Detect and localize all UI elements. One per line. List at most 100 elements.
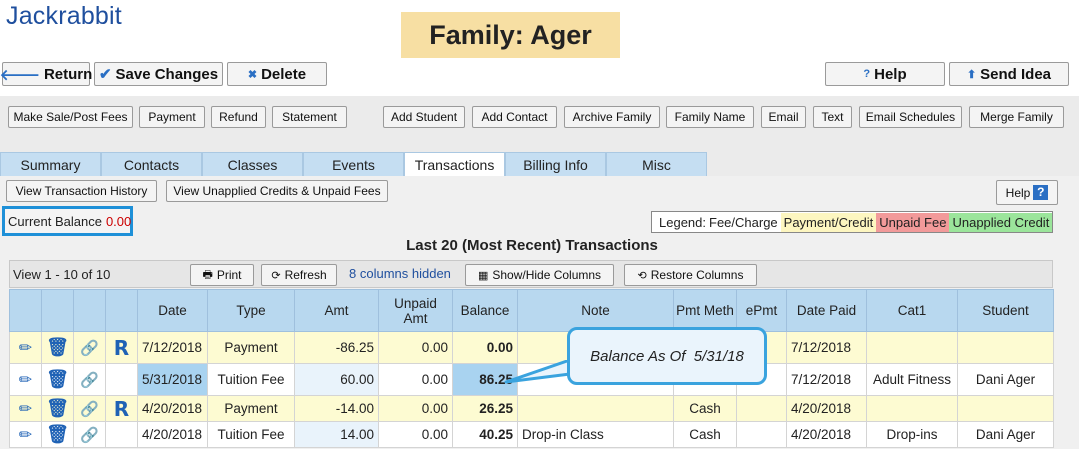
- link-cell[interactable]: 🔗: [73, 331, 106, 364]
- edit-cell[interactable]: ✏: [9, 363, 42, 396]
- cell-cat1: [866, 395, 958, 422]
- cell-amt: 14.00: [294, 421, 379, 448]
- save-changes-button[interactable]: ✔ Save Changes: [94, 62, 223, 86]
- current-balance-label: Current Balance: [8, 213, 102, 229]
- link-cell[interactable]: 🔗: [73, 421, 106, 448]
- col-date[interactable]: Date: [137, 289, 208, 332]
- edit-cell[interactable]: ✏: [9, 331, 42, 364]
- link-icon[interactable]: 🔗: [80, 427, 99, 444]
- add-student-button[interactable]: Add Student: [383, 106, 465, 128]
- view-count: View 1 - 10 of 10: [13, 267, 111, 282]
- refresh-icon: ⟳: [271, 269, 281, 282]
- col-unpaid-amt[interactable]: Unpaid Amt: [378, 289, 453, 332]
- cell-date-paid: 7/12/2018: [786, 331, 867, 364]
- delete-cell[interactable]: 🗑: [41, 331, 74, 364]
- trash-icon[interactable]: 🗑: [46, 398, 69, 418]
- refresh-button[interactable]: ⟳ Refresh: [261, 264, 337, 286]
- archive-family-button[interactable]: Archive Family: [564, 106, 660, 128]
- delete-button[interactable]: ✖ Delete: [227, 62, 327, 86]
- cell-amt: -86.25: [294, 331, 379, 364]
- col-cat1[interactable]: Cat1: [866, 289, 958, 332]
- tab-contacts[interactable]: Contacts: [101, 152, 202, 176]
- table-header-row: Date Type Amt Unpaid Amt Balance Note Pm…: [9, 289, 1054, 332]
- help-button[interactable]: ? Help: [825, 62, 945, 86]
- text-button[interactable]: Text: [813, 106, 852, 128]
- cell-epmt: [736, 395, 787, 422]
- show-hide-columns-button[interactable]: ▦ Show/Hide Columns: [465, 264, 614, 286]
- hidden-columns-count[interactable]: 8 columns hidden: [349, 266, 451, 281]
- legend-unapplied: Unapplied Credit: [949, 212, 1053, 232]
- table-row: ✏ 🗑 🔗 R 4/20/2018 Payment -14.00 0.00 26…: [9, 395, 1054, 422]
- tab-summary[interactable]: Summary: [0, 152, 101, 176]
- cell-note: Drop-in Class: [517, 421, 674, 448]
- legend-fee: Fee/Charge: [709, 214, 778, 230]
- statement-button[interactable]: Statement: [272, 106, 347, 128]
- col-pmt-meth[interactable]: Pmt Meth: [673, 289, 737, 332]
- pencil-icon[interactable]: ✏: [19, 372, 32, 389]
- trash-icon[interactable]: 🗑: [46, 424, 69, 444]
- payment-button[interactable]: Payment: [139, 106, 205, 128]
- cell-unpaid: 0.00: [378, 363, 453, 396]
- link-cell[interactable]: 🔗: [73, 363, 106, 396]
- restore-columns-button[interactable]: ⟲ Restore Columns: [624, 264, 757, 286]
- pin-icon: ⬆: [966, 68, 977, 81]
- pencil-icon[interactable]: ✏: [19, 427, 32, 444]
- refund-cell[interactable]: R: [105, 395, 138, 422]
- cell-type: Tuition Fee: [207, 421, 295, 448]
- tab-events[interactable]: Events: [303, 152, 404, 176]
- link-icon[interactable]: 🔗: [80, 372, 99, 389]
- refund-button[interactable]: Refund: [211, 106, 266, 128]
- print-button[interactable]: 🖶 Print: [190, 264, 254, 286]
- link-cell[interactable]: 🔗: [73, 395, 106, 422]
- col-edit: [9, 289, 42, 332]
- tab-billing-info[interactable]: Billing Info: [505, 152, 606, 176]
- view-transaction-history-button[interactable]: View Transaction History: [6, 180, 157, 202]
- legend-title: Legend:: [659, 214, 706, 230]
- refund-cell[interactable]: R: [105, 331, 138, 364]
- return-button[interactable]: 🡐 Return: [0, 62, 92, 86]
- col-student[interactable]: Student: [957, 289, 1054, 332]
- link-icon[interactable]: 🔗: [80, 401, 99, 418]
- send-idea-button[interactable]: ⬆ Send Idea: [949, 62, 1069, 86]
- delete-cell[interactable]: 🗑: [41, 395, 74, 422]
- refund-r-icon[interactable]: R: [114, 397, 129, 421]
- edit-cell[interactable]: ✏: [9, 395, 42, 422]
- current-balance: Current Balance 0.00: [2, 206, 133, 236]
- email-button[interactable]: Email: [761, 106, 806, 128]
- tab-classes[interactable]: Classes: [202, 152, 303, 176]
- col-balance[interactable]: Balance: [452, 289, 518, 332]
- add-contact-button[interactable]: Add Contact: [472, 106, 557, 128]
- col-delete: [41, 289, 74, 332]
- delete-cell[interactable]: 🗑: [41, 421, 74, 448]
- col-type[interactable]: Type: [207, 289, 295, 332]
- make-sale-button[interactable]: Make Sale/Post Fees: [8, 106, 133, 128]
- trash-icon[interactable]: 🗑: [46, 369, 69, 389]
- cell-amt: 60.00: [294, 363, 379, 396]
- show-hide-label: Show/Hide Columns: [492, 268, 602, 282]
- tab-transactions[interactable]: Transactions: [404, 152, 505, 176]
- cell-note: [517, 395, 674, 422]
- merge-family-button[interactable]: Merge Family: [969, 106, 1064, 128]
- trash-icon[interactable]: 🗑: [46, 337, 69, 357]
- edit-cell[interactable]: ✏: [9, 421, 42, 448]
- col-epmt[interactable]: ePmt: [736, 289, 787, 332]
- tab-misc[interactable]: Misc: [606, 152, 707, 176]
- help-link-button[interactable]: Help?: [996, 180, 1058, 205]
- col-amt[interactable]: Amt: [294, 289, 379, 332]
- col-date-paid[interactable]: Date Paid: [786, 289, 867, 332]
- cell-cat1: Drop-ins: [866, 421, 958, 448]
- cell-date: 4/20/2018: [137, 395, 208, 422]
- col-note[interactable]: Note: [517, 289, 674, 332]
- delete-cell[interactable]: 🗑: [41, 363, 74, 396]
- table-row: ✏ 🗑 🔗 R 7/12/2018 Payment -86.25 0.00 0.…: [9, 331, 1054, 364]
- family-name-button[interactable]: Family Name: [666, 106, 754, 128]
- link-icon[interactable]: 🔗: [80, 340, 99, 357]
- refund-r-icon[interactable]: R: [114, 336, 129, 360]
- pencil-icon[interactable]: ✏: [19, 340, 32, 357]
- email-schedules-button[interactable]: Email Schedules: [859, 106, 962, 128]
- view-unapplied-credits-button[interactable]: View Unapplied Credits & Unpaid Fees: [166, 180, 388, 202]
- pencil-icon[interactable]: ✏: [19, 401, 32, 418]
- cell-balance: 0.00: [452, 331, 518, 364]
- print-label: Print: [216, 268, 242, 282]
- send-idea-label: Send Idea: [980, 65, 1052, 83]
